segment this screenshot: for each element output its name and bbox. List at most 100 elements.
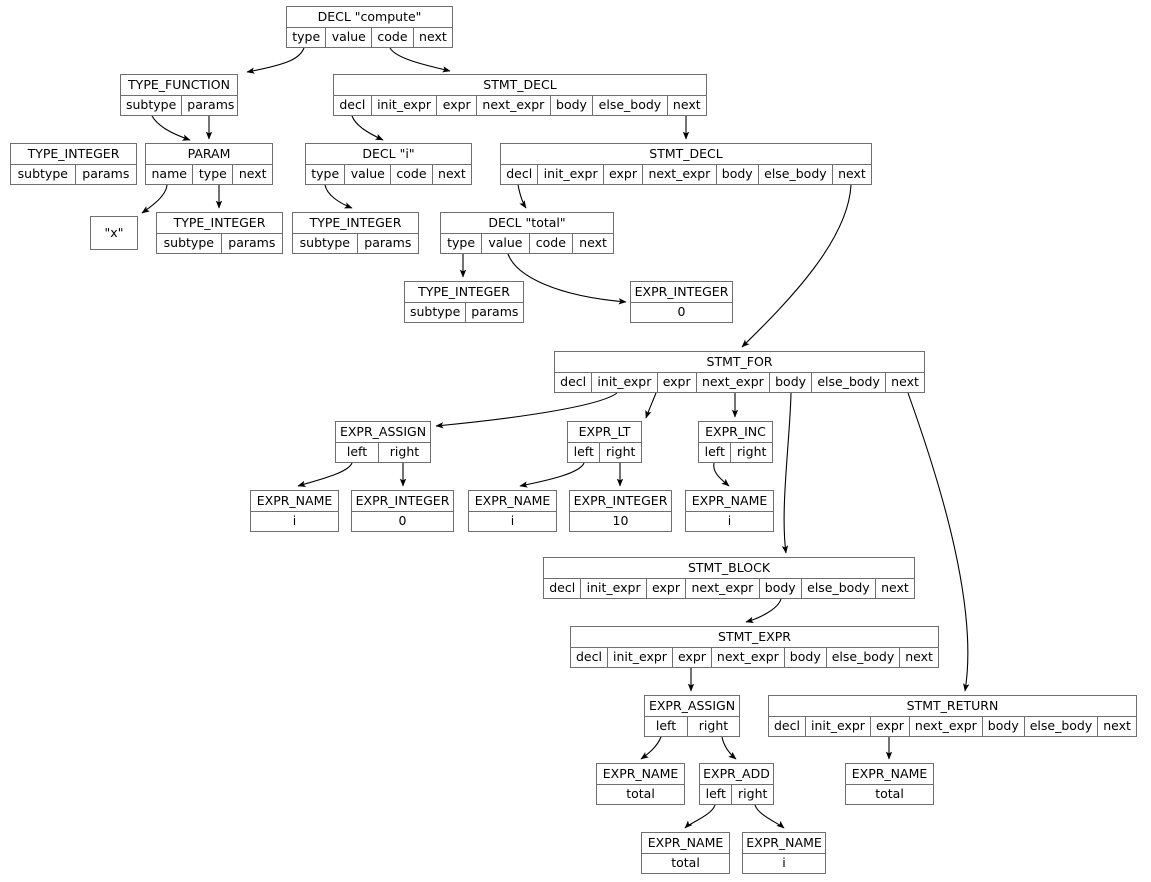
node-field-value: value (481, 234, 528, 253)
ast-diagram-canvas: DECL "compute" type value code next TYPE_FUNC… (0, 0, 1151, 882)
node-value: i (469, 511, 556, 531)
ast-edge-stmt_block-body-to-stmt_expr (745, 598, 782, 624)
ast-node-type_function: TYPE_FUNCTION subtype params (120, 74, 238, 116)
ast-edge-stmt_for-expr-to-expr_lt (645, 392, 657, 419)
node-field-type: type (311, 166, 340, 182)
node-field-init_expr: init_expr (606, 648, 672, 667)
node-field-right: right (731, 785, 773, 804)
ast-node-param_x: PARAM name type next (145, 143, 273, 185)
ast-node-stmt_decl_1: STMT_DECL decl init_expr expr next_expr body e… (333, 74, 707, 116)
ast-node-expr_int_0b: EXPR_INTEGER 0 (351, 490, 454, 532)
ast-node-stmt_expr: STMT_EXPR decl init_expr expr next_expr body e… (570, 626, 939, 668)
node-field-next: next (899, 648, 938, 667)
node-field-params: params (220, 234, 282, 253)
node-fields: decl init_expr expr next_expr body else_body n… (571, 647, 938, 667)
ast-node-stmt_return: STMT_RETURN decl init_expr expr next_expr bod… (768, 695, 1137, 737)
node-field-expr: expr (869, 717, 909, 736)
node-value: i (743, 853, 825, 873)
ast-edge-expr_assign_2-left-to-name_total_1 (640, 736, 662, 760)
node-title: DECL "i" (362, 145, 415, 161)
node-field-subtype: subtype (126, 97, 177, 113)
node-field-right: right (686, 717, 739, 736)
ast-edge-stmt_decl_2-next-to-stmt_for (741, 184, 852, 348)
node-field-next: next (1097, 717, 1136, 736)
node-field-params: params (356, 234, 418, 253)
node-field-subtype: subtype (17, 166, 68, 182)
ast-node-name_i_2: EXPR_NAMEi (468, 490, 557, 532)
node-field-subtype: subtype (299, 235, 350, 251)
ast-node-name_i_1: EXPR_NAME i (250, 490, 339, 532)
node-title: STMT_DECL (483, 76, 557, 92)
node-fields: left right (568, 442, 641, 462)
node-value: 0 (352, 511, 453, 531)
node-field-body: body (981, 717, 1024, 736)
node-title: EXPR_LT (578, 423, 631, 439)
node-fields: subtype params (405, 302, 523, 322)
ast-node-expr_assign_1: EXPR_ASSIGN left right (335, 421, 431, 463)
node-title: EXPR_INTEGER (634, 283, 729, 299)
node-field-init_expr: init_expr (804, 717, 870, 736)
ast-edge-expr_inc-left-to-name_i_3 (713, 462, 730, 487)
node-field-next: next (431, 165, 471, 184)
node-title: EXPR_ASSIGN (339, 423, 427, 439)
node-field-next_expr: next_expr (685, 579, 758, 598)
ast-node-expr_add: EXPR_ADDleft right (699, 763, 774, 805)
node-fields: left right (700, 784, 773, 804)
node-field-next: next (666, 96, 706, 115)
node-field-type: type (292, 29, 321, 45)
ast-node-name_i_4: EXPR_NAME i (742, 832, 826, 874)
node-field-right: right (377, 443, 430, 462)
ast-edge-decl_i-type-to-type_int_3 (324, 184, 353, 209)
node-field-decl: decl (576, 649, 602, 665)
node-field-params: params (74, 165, 136, 184)
node-field-left: left (704, 444, 725, 460)
node-title: EXPR_NAME (474, 492, 551, 508)
node-fields: subtype params (121, 95, 237, 115)
node-title: STMT_EXPR (718, 628, 791, 644)
node-title: STMT_FOR (706, 353, 773, 369)
ast-edge-stmt_decl_2-decl-to-decl_total (517, 184, 527, 209)
node-title: STMT_DECL (649, 145, 723, 161)
node-field-body: body (768, 373, 811, 392)
node-field-init_expr: init_expr (591, 373, 656, 392)
ast-edge-stmt_for-body-to-stmt_block (781, 392, 792, 554)
node-title: STMT_BLOCK (687, 559, 771, 575)
node-fields: left right (699, 442, 772, 462)
node-value: i (251, 511, 338, 531)
ast-node-expr_assign_2: EXPR_ASSIGN left right (644, 695, 740, 737)
ast-node-expr_lt: EXPR_LT left right (567, 421, 642, 463)
node-field-left: left (573, 444, 594, 460)
node-field-right: right (730, 443, 772, 462)
node-fields: decl init_expr expr next_expr body else_body n… (501, 164, 871, 184)
ast-edge-decl_total-value-to-expr_int_0a (507, 253, 627, 305)
node-fields: decl init_expr expr next_expr body else_body n… (544, 578, 914, 598)
node-field-next: next (874, 579, 914, 598)
node-title: EXPR_INTEGER (573, 492, 668, 508)
node-title: EXPR_NAME (602, 765, 679, 781)
node-value: total (846, 784, 933, 804)
ast-edge-expr_add-left-to-name_total_2 (684, 804, 716, 829)
node-fields: subtype params (157, 233, 282, 253)
ast-edge-decl_compute-code-to-stmt_decl_1 (389, 47, 451, 73)
node-field-expr: expr (671, 648, 711, 667)
node-field-else_body: else_body (825, 648, 900, 667)
node-title: TYPE_FUNCTION (128, 76, 230, 92)
node-field-left: left (705, 786, 726, 802)
node-fields: left right (336, 442, 430, 462)
ast-edge-stmt_decl_1-decl-to-decl_i (351, 115, 384, 141)
node-field-subtype: subtype (410, 304, 461, 320)
node-title: EXPR_ADD (703, 765, 770, 781)
node-value: 10 (570, 511, 671, 531)
ast-edge-type_function-subtype-to-type_int_1 (151, 115, 191, 141)
node-field-expr: expr (645, 579, 685, 598)
node-field-next_expr: next_expr (476, 96, 550, 115)
ast-node-type_int_3: TYPE_INTEGER subtype params (292, 212, 419, 254)
node-fields: decl init_expr expr next_expr body else_body n… (555, 372, 924, 392)
ast-node-expr_int_10: EXPR_INTEGER 10 (569, 490, 672, 532)
node-field-next: next (412, 28, 452, 47)
node-field-decl: decl (774, 718, 800, 734)
node-field-decl: decl (506, 166, 533, 182)
ast-node-stmt_for: STMT_FOR decl init_expr expr next_expr body el… (554, 351, 925, 393)
node-title: EXPR_NAME (691, 492, 768, 508)
node-field-name: name (151, 166, 187, 182)
